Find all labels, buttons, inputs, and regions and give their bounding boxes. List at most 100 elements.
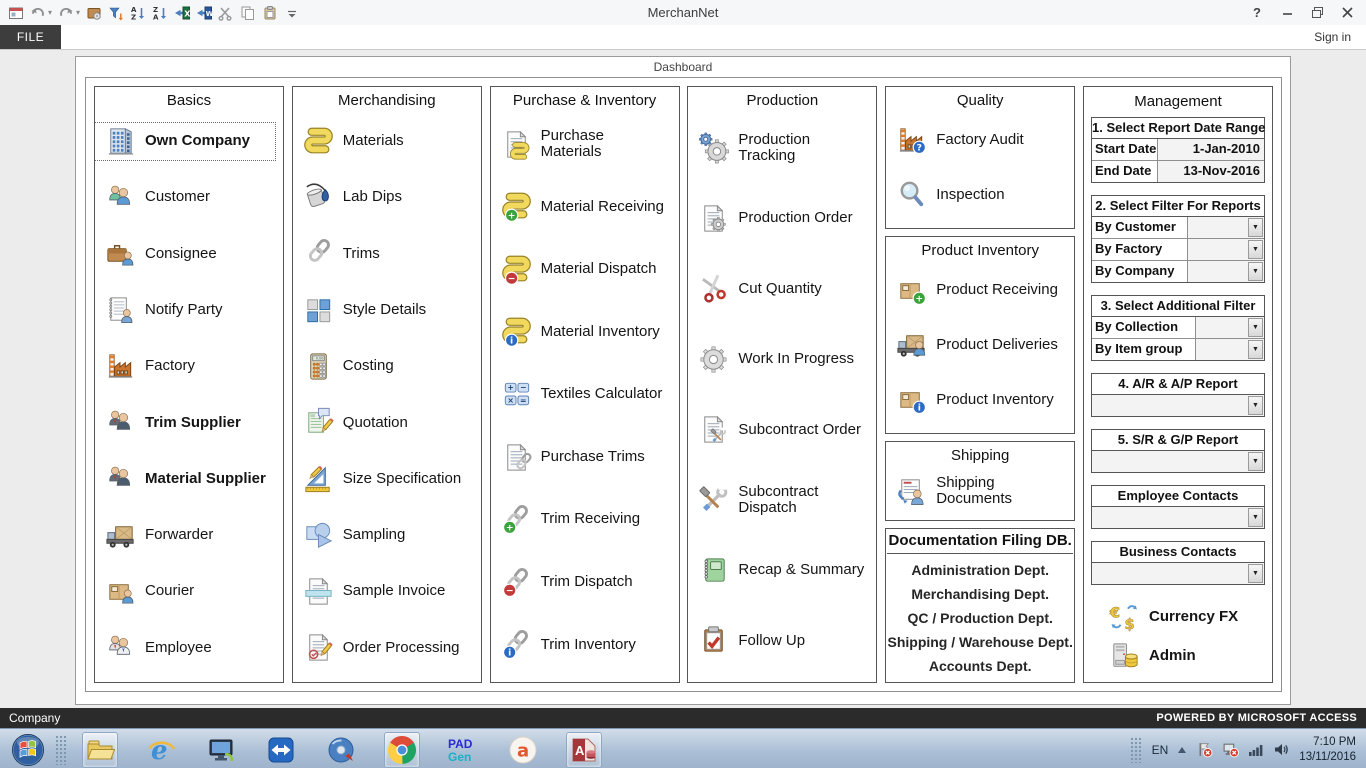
nav-item-consignee[interactable]: Consignee [95, 235, 275, 272]
nav-item-notify-party[interactable]: Notify Party [95, 292, 275, 329]
qat-redo-caret-icon[interactable]: ▾ [76, 8, 80, 17]
nav-item-employee[interactable]: Employee [95, 629, 275, 666]
nav-item-product-receiving[interactable]: +Product Receiving [886, 272, 1066, 309]
nav-item-currency-fx[interactable]: €€$$Currency FX [1099, 598, 1259, 635]
language-indicator[interactable]: EN [1152, 743, 1169, 757]
qat-redo-icon[interactable] [57, 4, 74, 21]
nav-item-factory[interactable]: Factory [95, 348, 275, 385]
qat-paste-icon[interactable] [261, 4, 278, 21]
4-a-r-a-p-report-combo[interactable]: ▼ [1092, 395, 1264, 416]
start-date-value[interactable]: 1-Jan-2010 [1158, 139, 1264, 160]
nav-item-trim-supplier[interactable]: Trim Supplier [95, 404, 275, 441]
nav-item-style-details[interactable]: Style Details [293, 292, 473, 329]
nav-item-trims[interactable]: Trims [293, 235, 473, 272]
nav-item-material-inventory[interactable]: iMaterial Inventory [491, 313, 671, 350]
nav-item-materials[interactable]: Materials [293, 123, 473, 160]
sign-in-link[interactable]: Sign in [1314, 30, 1366, 44]
taskbar-ashampoo-icon[interactable]: a [506, 733, 540, 767]
5-s-r-g-p-report-combo[interactable]: ▼ [1092, 451, 1264, 472]
doc-link-merchandising-dept[interactable]: Merchandising Dept. [886, 586, 1074, 602]
volume-icon[interactable] [1273, 742, 1290, 757]
nav-item-follow-up[interactable]: Follow Up [688, 622, 868, 659]
nav-item-admin[interactable]: Admin [1099, 638, 1259, 675]
qat-export-word-icon[interactable]: W [195, 4, 212, 21]
nav-item-trim-inventory[interactable]: iTrim Inventory [491, 626, 671, 663]
taskbar-padgen-icon[interactable]: PADGen [446, 733, 480, 767]
tray-expand-icon[interactable] [1177, 746, 1187, 754]
doc-link-accounts-dept[interactable]: Accounts Dept. [886, 658, 1074, 674]
qat-cut-icon[interactable] [217, 4, 234, 21]
qat-save-record-icon[interactable] [85, 4, 102, 21]
nav-item-cut-quantity[interactable]: Cut Quantity [688, 270, 868, 307]
taskbar-teamviewer-icon[interactable] [264, 733, 298, 767]
doc-link-administration-dept[interactable]: Administration Dept. [886, 562, 1074, 578]
nav-item-production-order[interactable]: Production Order [688, 200, 868, 237]
end-date-value[interactable]: 13-Nov-2016 [1158, 161, 1264, 182]
business-contacts-combo[interactable]: ▼ [1092, 563, 1264, 584]
nav-item-recap-summary[interactable]: Recap & Summary [688, 552, 868, 589]
by-company-combo[interactable]: ▼ [1188, 261, 1264, 282]
dropdown-arrow-icon[interactable]: ▼ [1248, 396, 1263, 415]
qat-copy-icon[interactable] [239, 4, 256, 21]
nav-item-costing[interactable]: 0.00Costing [293, 348, 473, 385]
close-button[interactable] [1332, 2, 1362, 24]
clock[interactable]: 7:10 PM 13/11/2016 [1299, 735, 1356, 765]
nav-item-sample-invoice[interactable]: Sample Invoice [293, 573, 473, 610]
dropdown-arrow-icon[interactable]: ▼ [1248, 240, 1263, 259]
nav-item-quotation[interactable]: Quotation [293, 404, 473, 441]
qat-app-icon[interactable] [7, 4, 24, 21]
nav-item-material-supplier[interactable]: Material Supplier [95, 460, 275, 497]
qat-undo-caret-icon[interactable]: ▾ [48, 8, 52, 17]
taskbar-ie-icon[interactable]: e [144, 733, 178, 767]
dropdown-arrow-icon[interactable]: ▼ [1248, 318, 1263, 337]
nav-item-inspection[interactable]: Inspection [886, 176, 1066, 213]
dropdown-arrow-icon[interactable]: ▼ [1248, 508, 1263, 527]
nav-item-work-in-progress[interactable]: Work In Progress [688, 341, 868, 378]
nav-item-material-receiving[interactable]: +Material Receiving [491, 188, 671, 225]
help-button[interactable]: ? [1242, 2, 1272, 24]
nav-item-own-company[interactable]: Own Company [95, 123, 275, 160]
qat-sort-asc-icon[interactable]: AZ [129, 4, 146, 21]
dropdown-arrow-icon[interactable]: ▼ [1248, 262, 1263, 281]
nav-item-size-specification[interactable]: Size Specification [293, 460, 473, 497]
taskbar-remote-desktop-icon[interactable] [204, 733, 238, 767]
nav-item-trim-dispatch[interactable]: −Trim Dispatch [491, 564, 671, 601]
qat-more-icon[interactable] [283, 4, 300, 21]
dropdown-arrow-icon[interactable]: ▼ [1248, 340, 1263, 359]
by-customer-combo[interactable]: ▼ [1188, 217, 1264, 238]
nav-item-material-dispatch[interactable]: −Material Dispatch [491, 251, 671, 288]
document-tab[interactable]: Dashboard [76, 57, 1290, 77]
qat-undo-icon[interactable] [29, 4, 46, 21]
action-center-icon[interactable] [1196, 741, 1213, 758]
by-item-group-combo[interactable]: ▼ [1196, 339, 1264, 360]
doc-link-shipping-warehouse-dept[interactable]: Shipping / Warehouse Dept. [886, 634, 1074, 650]
nav-item-shipping-documents[interactable]: Shipping Documents [886, 473, 1066, 510]
nav-item-product-inventory[interactable]: iProduct Inventory [886, 381, 1066, 418]
nav-item-forwarder[interactable]: Forwarder [95, 517, 275, 554]
qat-filter-icon[interactable] [107, 4, 124, 21]
nav-item-textiles-calculator[interactable]: +−×=Textiles Calculator [491, 376, 671, 413]
taskbar-explorer-icon[interactable] [82, 732, 118, 768]
network-status-icon[interactable] [1222, 741, 1239, 758]
nav-item-subcontract-order[interactable]: Subcontract Order [688, 411, 868, 448]
nav-item-product-deliveries[interactable]: Product Deliveries [886, 326, 1066, 363]
qat-export-excel-icon[interactable]: X [173, 4, 190, 21]
taskbar-nero-icon[interactable] [324, 733, 358, 767]
nav-item-production-tracking[interactable]: Production Tracking [688, 130, 868, 167]
nav-item-purchase-materials[interactable]: Purchase Materials [491, 126, 671, 163]
employee-contacts-combo[interactable]: ▼ [1092, 507, 1264, 528]
minimize-button[interactable] [1272, 2, 1302, 24]
restore-button[interactable] [1302, 2, 1332, 24]
dropdown-arrow-icon[interactable]: ▼ [1248, 218, 1263, 237]
nav-item-customer[interactable]: Customer [95, 179, 275, 216]
nav-item-factory-audit[interactable]: ?Factory Audit [886, 122, 1066, 159]
nav-item-courier[interactable]: Courier [95, 573, 275, 610]
taskbar-chrome-icon[interactable] [384, 732, 420, 768]
nav-item-trim-receiving[interactable]: +Trim Receiving [491, 501, 671, 538]
by-collection-combo[interactable]: ▼ [1196, 317, 1264, 338]
nav-item-sampling[interactable]: Sampling [293, 517, 473, 554]
nav-item-subcontract-dispatch[interactable]: Subcontract Dispatch [688, 482, 868, 519]
doc-link-qc-production-dept[interactable]: QC / Production Dept. [886, 610, 1074, 626]
dropdown-arrow-icon[interactable]: ▼ [1248, 452, 1263, 471]
dropdown-arrow-icon[interactable]: ▼ [1248, 564, 1263, 583]
